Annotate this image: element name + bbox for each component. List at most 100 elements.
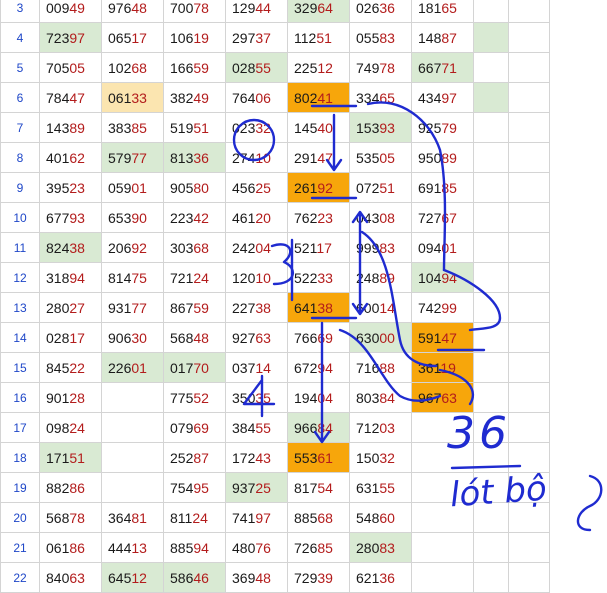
result-cell[interactable]: 22342 [163,202,226,233]
empty-cell[interactable] [473,502,509,533]
result-cell[interactable] [411,472,474,503]
empty-cell[interactable] [508,322,550,353]
result-cell[interactable]: 63155 [349,472,412,503]
result-cell[interactable]: 81336 [163,142,226,173]
result-cell[interactable]: 55361 [287,442,350,473]
row-header[interactable]: 13 [0,292,40,323]
result-cell[interactable]: 10494 [411,262,474,293]
empty-cell[interactable] [473,82,509,113]
empty-cell[interactable] [508,442,550,473]
empty-cell[interactable] [508,472,550,503]
row-header[interactable]: 20 [0,502,40,533]
result-cell[interactable]: 18165 [411,0,474,23]
result-cell[interactable]: 10268 [101,52,164,83]
result-cell[interactable]: 78447 [39,82,102,113]
result-cell[interactable] [101,412,164,443]
result-cell[interactable]: 12010 [225,262,288,293]
empty-cell[interactable] [508,82,550,113]
result-cell[interactable] [411,442,474,473]
row-header[interactable]: 5 [0,52,40,83]
result-cell[interactable]: 71203 [349,412,412,443]
row-header[interactable]: 21 [0,532,40,563]
empty-cell[interactable] [508,352,550,383]
result-cell[interactable]: 39523 [39,172,102,203]
result-cell[interactable]: 19404 [287,382,350,413]
result-cell[interactable]: 22512 [287,52,350,83]
result-cell[interactable]: 84063 [39,562,102,593]
empty-cell[interactable] [508,142,550,173]
result-cell[interactable]: 81124 [163,502,226,533]
result-cell[interactable]: 72767 [411,202,474,233]
result-cell[interactable]: 36481 [101,502,164,533]
result-cell[interactable]: 74978 [349,52,412,83]
row-header[interactable]: 22 [0,562,40,593]
empty-cell[interactable] [473,0,509,23]
result-cell[interactable]: 65390 [101,202,164,233]
result-cell[interactable]: 26192 [287,172,350,203]
result-cell[interactable] [411,502,474,533]
empty-cell[interactable] [473,22,509,53]
result-cell[interactable]: 02636 [349,0,412,23]
result-cell[interactable]: 70505 [39,52,102,83]
result-cell[interactable]: 88568 [287,502,350,533]
empty-cell[interactable] [473,352,509,383]
result-cell[interactable]: 24204 [225,232,288,263]
row-header[interactable]: 9 [0,172,40,203]
empty-cell[interactable] [508,112,550,143]
row-header[interactable]: 12 [0,262,40,293]
result-cell[interactable]: 07969 [163,412,226,443]
result-cell[interactable]: 72685 [287,532,350,563]
empty-cell[interactable] [473,202,509,233]
result-cell[interactable]: 56848 [163,322,226,353]
result-cell[interactable]: 84522 [39,352,102,383]
result-cell[interactable]: 07251 [349,172,412,203]
result-cell[interactable]: 74299 [411,292,474,323]
result-cell[interactable]: 12944 [225,0,288,23]
empty-cell[interactable] [508,502,550,533]
result-cell[interactable]: 33465 [349,82,412,113]
result-cell[interactable]: 15393 [349,112,412,143]
result-cell[interactable]: 59147 [411,322,474,353]
empty-cell[interactable] [473,52,509,83]
result-cell[interactable]: 97648 [101,0,164,23]
result-cell[interactable] [411,562,474,593]
result-cell[interactable]: 20692 [101,232,164,263]
result-cell[interactable]: 53505 [349,142,412,173]
result-cell[interactable]: 15032 [349,442,412,473]
empty-cell[interactable] [508,52,550,83]
empty-cell[interactable] [508,232,550,263]
result-cell[interactable]: 02855 [225,52,288,83]
result-cell[interactable]: 48076 [225,532,288,563]
empty-cell[interactable] [508,382,550,413]
result-cell[interactable]: 64138 [287,292,350,323]
result-cell[interactable]: 06133 [101,82,164,113]
result-cell[interactable]: 06186 [39,532,102,563]
result-cell[interactable]: 02817 [39,322,102,353]
result-cell[interactable]: 81754 [287,472,350,503]
result-cell[interactable]: 60014 [349,292,412,323]
result-cell[interactable]: 64512 [101,562,164,593]
result-cell[interactable]: 29737 [225,22,288,53]
row-header[interactable]: 19 [0,472,40,503]
result-cell[interactable]: 03714 [225,352,288,383]
result-cell[interactable]: 93177 [101,292,164,323]
result-cell[interactable]: 01770 [163,352,226,383]
result-cell[interactable] [101,472,164,503]
empty-cell[interactable] [473,562,509,593]
result-cell[interactable]: 51951 [163,112,226,143]
result-cell[interactable]: 92579 [411,112,474,143]
result-cell[interactable]: 70078 [163,0,226,23]
result-cell[interactable]: 24889 [349,262,412,293]
result-cell[interactable]: 54860 [349,502,412,533]
result-cell[interactable]: 22601 [101,352,164,383]
row-header[interactable]: 14 [0,322,40,353]
result-cell[interactable]: 38455 [225,412,288,443]
empty-cell[interactable] [508,202,550,233]
row-header[interactable]: 3 [0,0,40,23]
result-cell[interactable]: 14540 [287,112,350,143]
result-cell[interactable]: 35035 [225,382,288,413]
row-header[interactable]: 11 [0,232,40,263]
result-cell[interactable]: 92763 [225,322,288,353]
result-cell[interactable]: 36948 [225,562,288,593]
result-cell[interactable]: 44413 [101,532,164,563]
